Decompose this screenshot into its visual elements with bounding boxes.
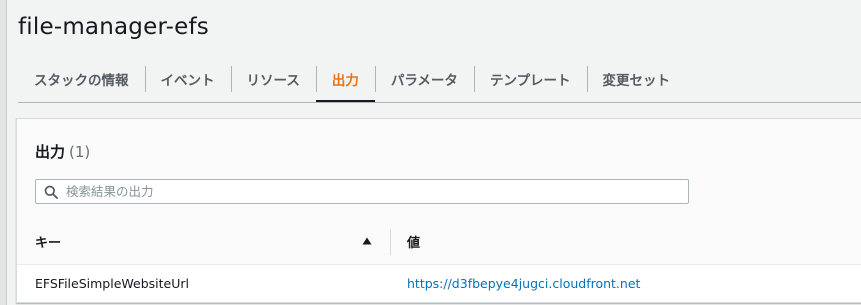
panel-header: 出力 (1)	[17, 119, 861, 220]
search-icon	[44, 185, 58, 199]
tab-stack-info[interactable]: スタックの情報	[18, 56, 145, 102]
column-header-value[interactable]: 値	[407, 219, 420, 264]
tab-label: 出力	[331, 73, 359, 89]
tab-label: リソース	[246, 73, 300, 89]
tab-parameters[interactable]: パラメータ	[374, 56, 474, 102]
tab-template[interactable]: テンプレート	[473, 56, 587, 102]
left-scroll-rail	[0, 0, 7, 305]
tab-resources[interactable]: リソース	[230, 56, 316, 102]
search-box[interactable]	[35, 179, 689, 204]
caret-up-icon[interactable]	[362, 236, 372, 246]
output-value-link[interactable]: https://d3fbepye4jugci.cloudfront.net	[407, 265, 640, 301]
page-title: file-manager-efs	[18, 14, 209, 40]
table-header-row: キー 値	[17, 219, 861, 265]
column-divider	[390, 229, 391, 255]
panel-title: 出力 (1)	[35, 141, 90, 162]
outputs-panel: 出力(1) キー 値 EFSFileSimpleWebsiteUrl https…	[16, 118, 861, 303]
search-input[interactable]	[66, 180, 676, 203]
tab-bar: スタックの情報 イベント リソース 出力 パラメータ テンプレート 変更セット	[18, 56, 687, 103]
output-count: (1)	[69, 143, 91, 161]
tabs-divider	[18, 102, 861, 103]
tab-outputs[interactable]: 出力	[315, 56, 375, 103]
tab-change-sets[interactable]: 変更セット	[586, 56, 687, 102]
tab-label: パラメータ	[390, 73, 458, 89]
tab-events[interactable]: イベント	[144, 56, 231, 102]
tab-label: スタックの情報	[34, 73, 129, 89]
tab-label: 変更セット	[602, 73, 671, 89]
tab-label: イベント	[160, 73, 215, 89]
tab-label: テンプレート	[489, 73, 571, 89]
output-key: EFSFileSimpleWebsiteUrl	[35, 275, 189, 291]
column-header-key[interactable]: キー	[35, 219, 61, 264]
table-row: EFSFileSimpleWebsiteUrl https://d3fbepye…	[17, 265, 861, 301]
panel-title-text: 出力	[35, 143, 66, 161]
